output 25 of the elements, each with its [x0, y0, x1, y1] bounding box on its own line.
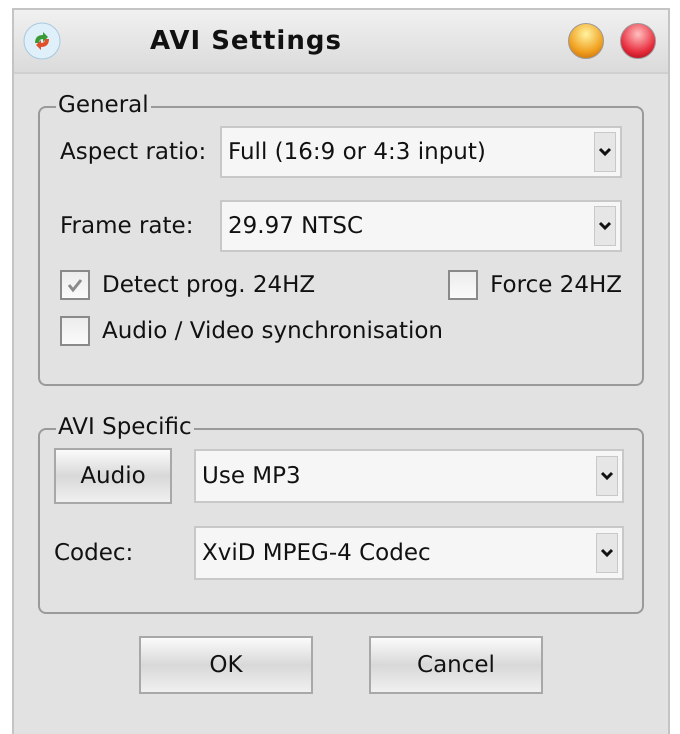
- close-button[interactable]: [620, 23, 656, 59]
- app-icon: [22, 21, 62, 61]
- cancel-button[interactable]: Cancel: [369, 636, 543, 694]
- field-label: Codec:: [54, 540, 134, 566]
- field-label: Aspect ratio:: [60, 139, 208, 165]
- chevron-down-icon: [594, 132, 616, 172]
- checkbox-label: Force 24HZ: [490, 272, 622, 298]
- checkbox[interactable]: [448, 270, 478, 300]
- chevron-down-icon: [596, 533, 618, 573]
- chevron-down-icon: [594, 206, 616, 246]
- window-title: AVI Settings: [150, 26, 342, 56]
- group-title: AVI Specific: [56, 414, 194, 440]
- checkbox[interactable]: [60, 270, 90, 300]
- checkbox[interactable]: [60, 316, 90, 346]
- audio-button[interactable]: Audio: [54, 448, 172, 504]
- checkbox-label: Detect prog. 24HZ: [102, 272, 316, 298]
- field-label: Frame rate:: [60, 213, 194, 239]
- ok-button[interactable]: OK: [139, 636, 313, 694]
- dropdown[interactable]: Full (16:9 or 4:3 input): [220, 126, 622, 178]
- checkbox-label: Audio / Video synchronisation: [102, 318, 444, 344]
- dropdown[interactable]: 29.97 NTSC: [220, 200, 622, 252]
- dropdown[interactable]: XviD MPEG-4 Codec: [194, 526, 624, 580]
- chevron-down-icon: [596, 456, 618, 496]
- minimize-button[interactable]: [568, 23, 604, 59]
- dropdown[interactable]: Use MP3: [194, 449, 624, 503]
